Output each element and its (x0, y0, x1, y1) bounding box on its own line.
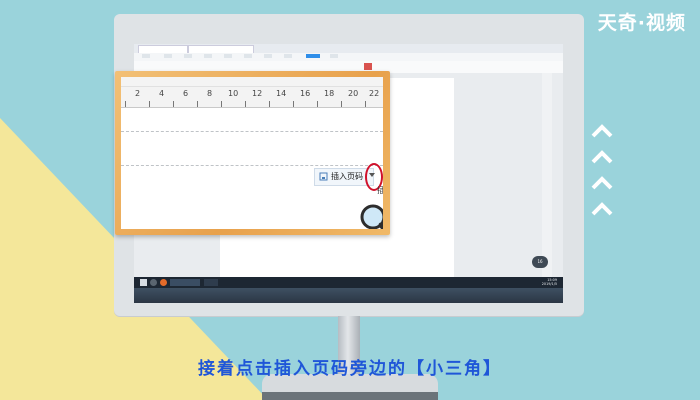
ruler-number: 8 (207, 89, 213, 98)
zoomed-toolbar-strip (121, 77, 383, 87)
watermark-logo: 天奇·视频 (597, 12, 686, 34)
menu-item[interactable] (204, 54, 212, 58)
menu-item[interactable] (142, 54, 150, 58)
browser-tab-bar (134, 44, 563, 54)
horizontal-ruler: 2 4 6 8 10 12 14 16 18 20 22 (121, 87, 383, 108)
header-boundary-line (121, 131, 383, 132)
chevron-up-icon (591, 202, 613, 216)
chevron-up-icon (591, 150, 613, 164)
browser-icon[interactable] (160, 279, 167, 286)
ruler-tick (293, 101, 294, 107)
ruler-number: 22 (369, 89, 380, 98)
ruler-tick (341, 101, 342, 107)
ruler-tick (269, 101, 270, 107)
ruler-number: 16 (300, 89, 311, 98)
ruler-tick (221, 101, 222, 107)
ruler-tick (173, 101, 174, 107)
ruler-tick (125, 101, 126, 107)
ruler-number: 18 (324, 89, 335, 98)
menu-bar (134, 53, 563, 61)
menu-item[interactable] (284, 54, 292, 58)
taskbar-folder-item[interactable] (204, 279, 218, 286)
taskbar-document-item[interactable] (170, 279, 200, 286)
clock-date: 2019/1/5 (541, 282, 557, 286)
chevron-up-icon (591, 176, 613, 190)
zoom-detail-content: 2 4 6 8 10 12 14 16 18 20 22 插入页码 插 (121, 77, 383, 229)
ruler-number: 12 (252, 89, 263, 98)
menu-item[interactable] (184, 54, 192, 58)
chevron-up-icon (591, 124, 613, 138)
start-icon[interactable] (140, 279, 147, 286)
menu-item[interactable] (264, 54, 272, 58)
zoom-level-widget[interactable]: 16 (532, 256, 548, 268)
magnifier-icon (360, 204, 383, 229)
menu-item[interactable] (330, 54, 338, 58)
menu-item[interactable] (244, 54, 252, 58)
page-number-icon (319, 172, 328, 181)
close-header-button[interactable] (364, 63, 372, 70)
ruler-number: 10 (228, 89, 239, 98)
ruler-tick (149, 101, 150, 107)
windows-taskbar: 15:09 2019/1/5 (134, 277, 563, 288)
menu-item[interactable] (164, 54, 172, 58)
ruler-number: 20 (348, 89, 359, 98)
menu-item[interactable] (224, 54, 232, 58)
ruler-number: 2 (135, 89, 141, 98)
system-clock: 15:09 2019/1/5 (542, 278, 557, 286)
insert-page-number-label: 插入页码 (331, 172, 363, 181)
ruler-number: 6 (183, 89, 189, 98)
subtitle-caption: 接着点击插入页码旁边的【小三角】 (198, 359, 502, 379)
ruler-number: 4 (159, 89, 165, 98)
monitor-stand-base-edge (262, 392, 438, 400)
ruler-tick (197, 101, 198, 107)
screen-bottom-bezel (134, 288, 563, 303)
vertical-scrollbar[interactable] (542, 73, 552, 279)
ruler-tick (317, 101, 318, 107)
ruler-tick (365, 101, 366, 107)
search-icon[interactable] (150, 279, 157, 286)
header-boundary-line (121, 165, 383, 166)
active-menu-tab[interactable] (306, 54, 320, 58)
ruler-tick (245, 101, 246, 107)
cut-off-menu-text: 插 (377, 186, 383, 195)
ruler-number: 14 (276, 89, 287, 98)
zoom-detail-panel: 2 4 6 8 10 12 14 16 18 20 22 插入页码 插 (115, 71, 390, 235)
